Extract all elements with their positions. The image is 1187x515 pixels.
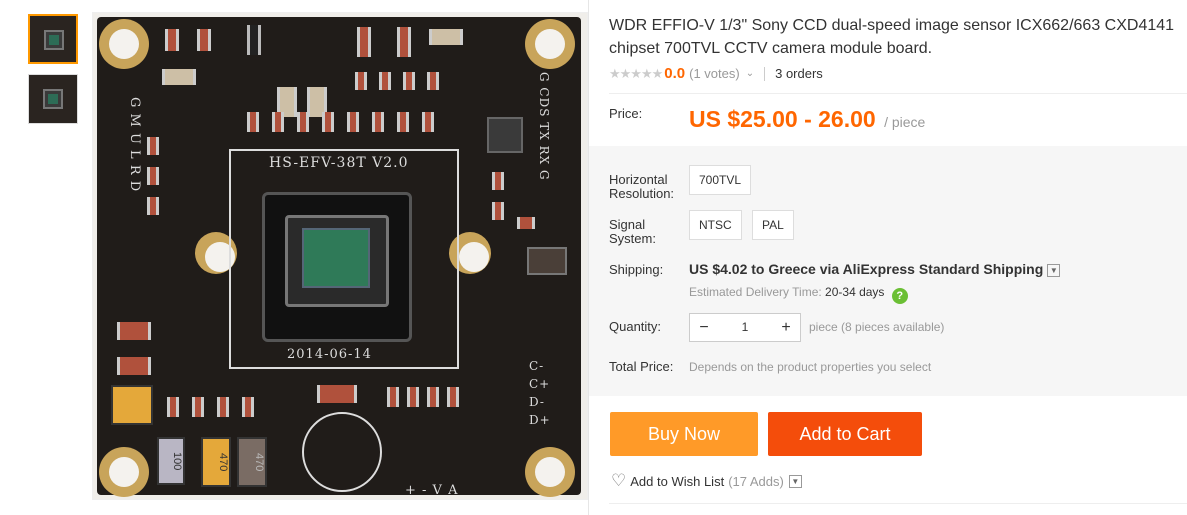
buy-now-button[interactable]: Buy Now (610, 412, 758, 456)
price-value-wrap: US $25.00 - 26.00 / piece (689, 106, 925, 133)
shipping-label: Shipping: (609, 262, 664, 277)
thumbnail-1[interactable] (28, 14, 78, 64)
total-label: Total Price: (609, 359, 674, 374)
option-700tvl[interactable]: 700TVL (689, 165, 752, 195)
option-pal[interactable]: PAL (752, 210, 794, 240)
quantity-available: piece (8 pieces available) (809, 320, 945, 334)
properties-panel: Horizontal Resolution: 700TVL Signal Sys… (589, 146, 1187, 396)
quantity-input[interactable]: 1 (718, 314, 772, 341)
chevron-down-icon[interactable]: ▼ (1047, 264, 1061, 277)
cap-label-470: 470 (201, 437, 231, 487)
side-pin-labels: C- C+ D- D+ (529, 359, 551, 427)
resolution-label: Horizontal Resolution: (609, 172, 675, 201)
star-icon: ★★★★★ (609, 65, 663, 81)
add-to-wish-list-link[interactable]: Add to Wish List (630, 474, 724, 489)
product-title: WDR EFFIO-V 1/3" Sony CCD dual-speed ima… (609, 17, 1175, 57)
add-to-cart-button[interactable]: Add to Cart (768, 412, 922, 456)
chevron-down-icon[interactable]: ⌄ (746, 68, 754, 79)
signal-label: Signal System: (609, 217, 656, 246)
quantity-stepper: − 1 + (689, 313, 801, 342)
divider (764, 66, 766, 81)
cap-label-470-b: 470 (237, 437, 267, 487)
chevron-down-icon[interactable]: ▼ (788, 474, 802, 488)
minus-icon[interactable]: − (690, 314, 718, 341)
rating-value: 0.0 (664, 65, 686, 82)
option-ntsc[interactable]: NTSC (689, 210, 742, 240)
cap-label-100: 100 (157, 437, 185, 485)
right-pin-labels: G CDS TX RX G (537, 72, 551, 181)
delivery-days: 20-34 days (825, 285, 885, 299)
divider (609, 93, 1187, 94)
delivery-time: Estimated Delivery Time: 20-34 days ? (689, 285, 908, 304)
rating-votes[interactable]: (1 votes) (689, 66, 740, 81)
plus-icon[interactable]: + (772, 314, 800, 341)
heart-icon[interactable]: ♡ (611, 471, 626, 491)
board-silkscreen: HS-EFV-38T V2.0 (269, 155, 409, 171)
delivery-label: Estimated Delivery Time: (689, 285, 822, 299)
wish-list-row: ♡ Add to Wish List (17 Adds) ▼ (611, 471, 802, 491)
rating-row: ★★★★★ 0.0 (1 votes) ⌄ 3 orders (609, 65, 823, 82)
price-value: US $25.00 - 26.00 (689, 106, 876, 132)
orders-count: 3 orders (775, 66, 823, 81)
main-product-image[interactable]: HS-EFV-38T V2.0 2014-06-14 G M U L R D G… (92, 12, 588, 500)
divider (609, 503, 1187, 504)
shipping-info: US $4.02 to Greece via AliExpress Standa… (689, 261, 1061, 277)
camera-board-illustration: HS-EFV-38T V2.0 2014-06-14 G M U L R D G… (97, 17, 581, 498)
help-icon[interactable]: ? (891, 288, 908, 304)
quantity-label: Quantity: (609, 319, 662, 334)
thumbnail-2[interactable] (28, 74, 78, 124)
total-value: Depends on the product properties you se… (689, 360, 932, 374)
ccd-sensor (262, 192, 412, 342)
wish-count: (17 Adds) (728, 473, 784, 489)
price-label: Price: (609, 106, 643, 121)
left-pin-labels: G M U L R D (127, 97, 142, 193)
shipping-text: US $4.02 to Greece via AliExpress Standa… (689, 261, 1044, 277)
product-info-panel: WDR EFFIO-V 1/3" Sony CCD dual-speed ima… (588, 0, 1187, 515)
bottom-pin-labels: + - V A (405, 483, 459, 498)
board-date: 2014-06-14 (287, 347, 372, 362)
thumbnail-list (28, 14, 80, 134)
price-unit: / piece (884, 114, 926, 130)
